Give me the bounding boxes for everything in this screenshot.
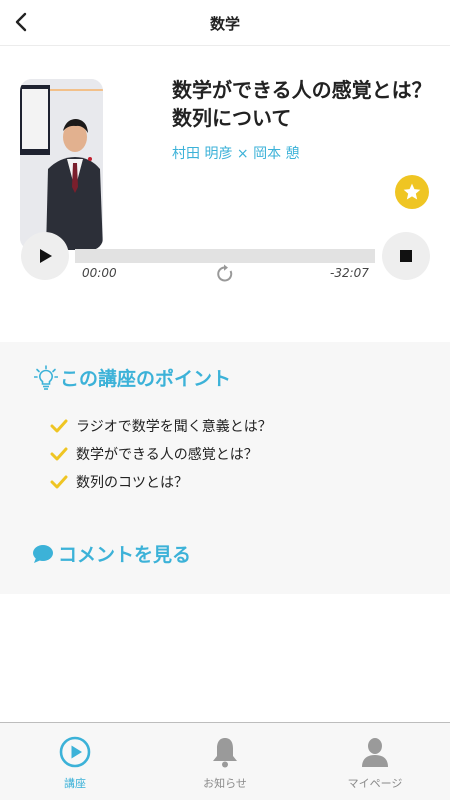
lecturer-photo — [20, 79, 103, 250]
check-icon — [50, 447, 70, 461]
tab-label: 講座 — [64, 777, 86, 790]
remaining-time: -32:07 — [330, 266, 369, 280]
list-item: 数学ができる人の感覚とは？ — [50, 440, 272, 468]
speech-bubble-icon — [33, 544, 53, 563]
favorite-button[interactable] — [395, 175, 429, 209]
point-list: ラジオで数学を聞く意義とは？ 数学ができる人の感覚とは？ 数列のコツとは？ — [50, 412, 272, 496]
check-icon — [50, 475, 70, 489]
lightbulb-icon — [34, 364, 58, 390]
page-title: 数学 — [209, 15, 240, 33]
bell-icon — [208, 735, 242, 769]
play-icon — [40, 249, 52, 263]
tab-label: マイページ — [347, 777, 403, 790]
info-panel: この講座のポイント ラジオで数学を聞く意義とは？ 数学ができる人の感覚とは？ 数… — [0, 342, 450, 594]
lecture-thumbnail[interactable] — [20, 79, 103, 250]
bottom-tab-bar: 講座 お知らせ マイページ — [0, 722, 450, 800]
tab-label: お知らせ — [203, 777, 247, 790]
view-comments-label: コメントを見る — [58, 544, 192, 566]
play-circle-icon — [58, 735, 92, 769]
stop-icon — [400, 250, 412, 262]
check-icon — [50, 419, 70, 433]
tab-lectures[interactable]: 講座 — [0, 723, 150, 800]
person-icon — [358, 735, 392, 769]
stop-button[interactable] — [382, 232, 430, 280]
points-title: この講座のポイント — [60, 368, 232, 390]
points-header: この講座のポイント — [34, 364, 231, 391]
tab-notifications[interactable]: お知らせ — [150, 723, 300, 800]
lecture-authors[interactable]: 村田 明彦 × 岡本 憩 — [172, 143, 300, 163]
point-text: 数学ができる人の感覚とは？ — [76, 447, 258, 463]
lecture-title: 数学ができる人の感覚とは？数列について — [172, 78, 432, 130]
tab-mypage[interactable]: マイページ — [300, 723, 450, 800]
list-item: ラジオで数学を聞く意義とは？ — [50, 412, 272, 440]
play-button[interactable] — [21, 232, 69, 280]
star-icon — [403, 183, 421, 200]
list-item: 数列のコツとは？ — [50, 468, 272, 496]
point-text: 数列のコツとは？ — [76, 475, 188, 491]
lecture-section: 数学ができる人の感覚とは？数列について 村田 明彦 × 岡本 憩 00:00 -… — [0, 46, 450, 342]
app-header: 数学 — [0, 0, 450, 46]
point-text: ラジオで数学を聞く意義とは？ — [76, 419, 272, 435]
current-time: 00:00 — [82, 266, 117, 280]
seek-bar[interactable] — [75, 249, 375, 263]
view-comments-button[interactable]: コメントを見る — [32, 540, 191, 567]
reload-icon[interactable] — [215, 264, 235, 284]
